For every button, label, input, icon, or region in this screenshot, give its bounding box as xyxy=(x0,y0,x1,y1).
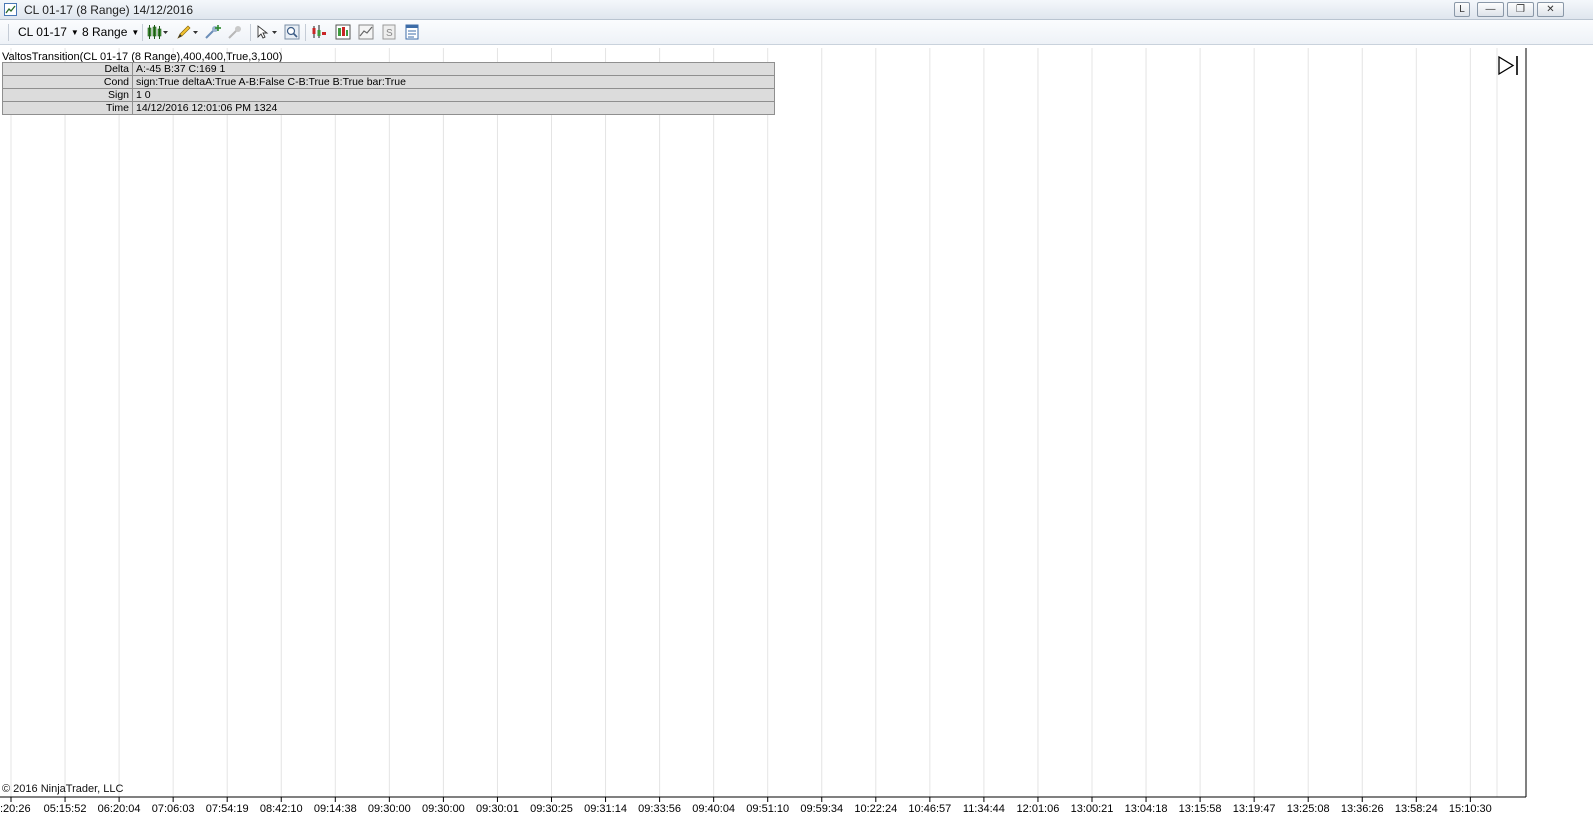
remove-indicator-icon[interactable] xyxy=(227,24,245,40)
indicator-row-sign: Sign 1 0 xyxy=(2,88,775,102)
window-title-bar: CL 01-17 (8 Range) 14/12/2016 L — ❐ ✕ xyxy=(0,0,1593,20)
indicator-key: Delta xyxy=(2,62,133,76)
data-box-icon[interactable] xyxy=(335,24,351,40)
x-tick-label: 13:00:21 xyxy=(1071,803,1114,815)
toolbar-separator xyxy=(250,24,251,41)
x-tick-label: 09:40:04 xyxy=(692,803,735,815)
x-tick-label: 09:31:14 xyxy=(584,803,627,815)
x-tick-label: 09:14:38 xyxy=(314,803,357,815)
x-tick-label: 13:58:24 xyxy=(1395,803,1438,815)
x-tick-label: 13:15:58 xyxy=(1179,803,1222,815)
x-tick-label: :20:26 xyxy=(0,803,31,815)
toolbar-grip xyxy=(8,24,9,41)
x-tick-label: 07:54:19 xyxy=(206,803,249,815)
interval-label: 8 Range xyxy=(82,25,128,39)
copyright-notice: © 2016 NinjaTrader, LLC xyxy=(2,783,124,795)
chart-axes: 53.0052.8052.6052.4052.2052.0051.8051.60… xyxy=(0,48,1527,815)
indicator-value: 1 0 xyxy=(132,88,775,102)
instrument-selector[interactable]: CL 01-17 ▼ xyxy=(18,25,79,39)
x-tick-label: 15:10:30 xyxy=(1449,803,1492,815)
chart-app-icon xyxy=(4,3,17,16)
toolbar-separator xyxy=(142,24,143,41)
line-chart-icon[interactable] xyxy=(358,24,374,40)
indicator-value: sign:True deltaA:True A-B:False C-B:True… xyxy=(132,75,775,89)
indicator-key: Time xyxy=(2,101,133,115)
instrument-label: CL 01-17 xyxy=(18,25,67,39)
chart-grid xyxy=(10,48,1498,797)
x-tick-label: 10:22:24 xyxy=(854,803,897,815)
x-tick-label: 13:25:08 xyxy=(1287,803,1330,815)
x-tick-label: 10:46:57 xyxy=(908,803,951,815)
indicator-data-box: Delta A:-45 B:37 C:169 1 Cond sign:True … xyxy=(2,62,775,115)
properties-icon[interactable] xyxy=(404,24,420,40)
indicator-key: Cond xyxy=(2,75,133,89)
add-indicator-icon[interactable] xyxy=(204,24,222,40)
indicator-value: 14/12/2016 12:01:06 PM 1324 xyxy=(132,101,775,115)
x-tick-label: 09:51:10 xyxy=(746,803,789,815)
maximize-button[interactable]: ❐ xyxy=(1507,2,1534,17)
x-tick-label: 05:15:52 xyxy=(44,803,87,815)
pencil-draw-icon[interactable] xyxy=(175,24,199,40)
x-tick-label: 09:30:01 xyxy=(476,803,519,815)
cursor-pointer-icon[interactable] xyxy=(255,24,281,40)
strategy-icon[interactable]: S xyxy=(381,24,397,40)
indicator-row-cond: Cond sign:True deltaA:True A-B:False C-B… xyxy=(2,75,775,89)
x-tick-label: 09:30:25 xyxy=(530,803,573,815)
indicator-row-delta: Delta A:-45 B:37 C:169 1 xyxy=(2,62,775,76)
chart-trader-icon[interactable] xyxy=(311,24,327,40)
scroll-to-end-icon[interactable] xyxy=(1498,55,1518,76)
chevron-down-icon: ▼ xyxy=(131,28,140,37)
window-title: CL 01-17 (8 Range) 14/12/2016 xyxy=(24,3,194,17)
interval-selector[interactable]: 8 Range ▼ xyxy=(82,25,139,39)
x-tick-label: 12:01:06 xyxy=(1017,803,1060,815)
indicator-value: A:-45 B:37 C:169 1 xyxy=(132,62,775,76)
indicator-key: Sign xyxy=(2,88,133,102)
x-tick-label: 11:34:44 xyxy=(963,803,1005,815)
link-button[interactable]: L xyxy=(1454,2,1470,17)
zoom-icon[interactable] xyxy=(284,24,300,40)
x-tick-label: 13:04:18 xyxy=(1125,803,1168,815)
x-tick-label: 09:30:00 xyxy=(422,803,465,815)
indicator-row-time: Time 14/12/2016 12:01:06 PM 1324 xyxy=(2,101,775,115)
toolbar-separator xyxy=(305,24,306,41)
play-triangle-shape xyxy=(1498,55,1515,76)
chevron-down-icon: ▼ xyxy=(70,28,79,37)
minimize-button[interactable]: — xyxy=(1477,2,1504,17)
x-tick-label: 06:20:04 xyxy=(98,803,141,815)
chart-toolbar: CL 01-17 ▼ 8 Range ▼ S xyxy=(0,20,1593,45)
x-tick-label: 09:33:56 xyxy=(638,803,681,815)
x-tick-label: 08:42:10 xyxy=(260,803,303,815)
x-tick-label: 09:30:00 xyxy=(368,803,411,815)
x-tick-label: 13:36:26 xyxy=(1341,803,1384,815)
price-chart[interactable]: 53.0052.8052.6052.4052.2052.0051.8051.60… xyxy=(0,45,1593,831)
x-tick-label: 09:59:34 xyxy=(800,803,843,815)
close-button[interactable]: ✕ xyxy=(1537,2,1564,17)
x-tick-label: 07:06:03 xyxy=(152,803,195,815)
chart-style-icon[interactable] xyxy=(147,24,169,40)
svg-text:S: S xyxy=(386,28,393,39)
x-tick-label: 13:19:47 xyxy=(1233,803,1276,815)
